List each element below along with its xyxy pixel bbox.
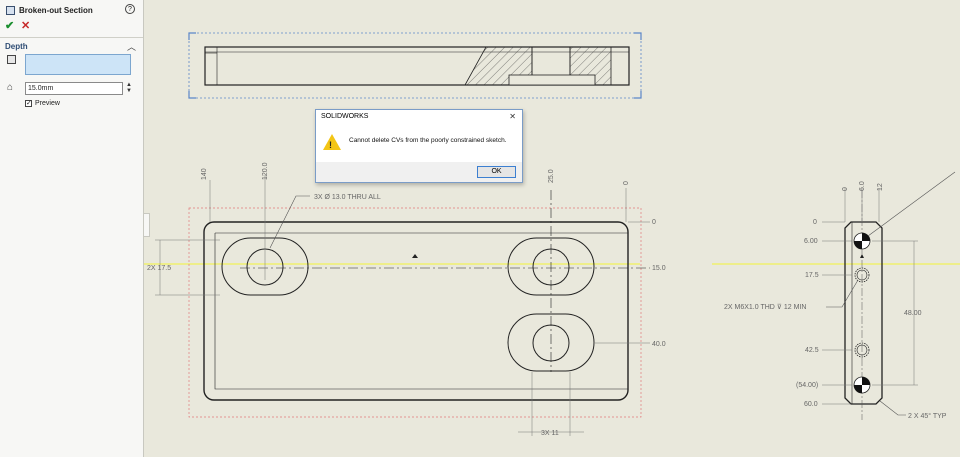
chamfer-callout: 2 X 45° TYP: [908, 412, 947, 420]
side-0: 0: [813, 219, 817, 226]
warning-exclamation: !: [329, 140, 332, 150]
dialog-close-icon[interactable]: ✕: [509, 112, 516, 121]
dialog-message: Cannot delete CVs from the poorly constr…: [349, 137, 507, 144]
dim-250: 25.0: [548, 169, 555, 183]
depth-value-input[interactable]: 15.0mm: [25, 82, 123, 95]
section-divider: [0, 37, 143, 38]
dim-140: 140: [201, 168, 208, 180]
side-60-top: 6.0: [859, 181, 866, 191]
preview-checkbox[interactable]: ✓: [25, 100, 32, 107]
dialog-footer: OK: [316, 162, 522, 182]
depth-reference-selection-box[interactable]: [25, 54, 131, 75]
dim-3x11: 3X 11: [541, 430, 559, 437]
dim-0-right: 0: [652, 219, 656, 226]
depth-section-header[interactable]: Depth: [5, 42, 28, 51]
dim-120: 120.0: [262, 162, 269, 180]
side-425: 42.5: [805, 347, 819, 354]
depth-dimension-icon: ⌂: [7, 82, 14, 93]
collapse-chevron-icon[interactable]: ︿: [127, 40, 136, 53]
side-600b: 60.0: [804, 401, 818, 408]
dim-400: 40.0: [652, 341, 666, 348]
front-view[interactable]: [155, 175, 650, 436]
panel-header: Broken-out Section: [6, 4, 93, 16]
dimension-texts: 3X Ø 13.0 THRU ALL 140 120.0 25.0 0 0 15…: [147, 162, 947, 437]
thread-callout: 2X M6X1.0 THD ⊽ 12 MIN: [724, 303, 806, 311]
ok-check-icon[interactable]: ✔: [5, 19, 14, 32]
hole-callout: 3X Ø 13.0 THRU ALL: [314, 194, 381, 201]
help-icon[interactable]: ?: [125, 4, 135, 14]
dim-150: 15.0: [652, 265, 666, 272]
error-dialog: SOLIDWORKS ✕ ! Cannot delete CVs from th…: [315, 109, 523, 183]
ok-button[interactable]: OK: [477, 166, 516, 178]
broken-out-section-icon: [6, 5, 15, 15]
cancel-x-icon[interactable]: ✕: [21, 19, 30, 32]
preview-label: Preview: [35, 100, 60, 107]
panel-title: Broken-out Section: [19, 5, 93, 15]
section-view[interactable]: [188, 32, 642, 99]
dialog-title: SOLIDWORKS: [321, 113, 369, 120]
dim-2x175: 2X 17.5: [147, 265, 171, 272]
side-12-top: 12: [877, 183, 884, 191]
side-0-top: 0: [842, 187, 849, 191]
panel-collapse-tab[interactable]: [144, 213, 150, 237]
dim-0-top: 0: [623, 181, 630, 185]
depth-spinner[interactable]: ▲ ▼: [125, 82, 133, 95]
side-view[interactable]: [822, 171, 956, 420]
side-4800: 48.00: [904, 310, 922, 317]
depth-reference-icon: [7, 55, 16, 64]
property-manager-panel: Broken-out Section ? ✔ ✕ Depth ︿ ⌂ 15.0m…: [0, 0, 144, 457]
side-600: 6.00: [804, 238, 818, 245]
preview-option[interactable]: ✓ Preview: [25, 100, 60, 107]
side-175: 17.5: [805, 272, 819, 279]
warning-icon: [323, 134, 341, 150]
side-5400: (54.00): [796, 382, 818, 389]
